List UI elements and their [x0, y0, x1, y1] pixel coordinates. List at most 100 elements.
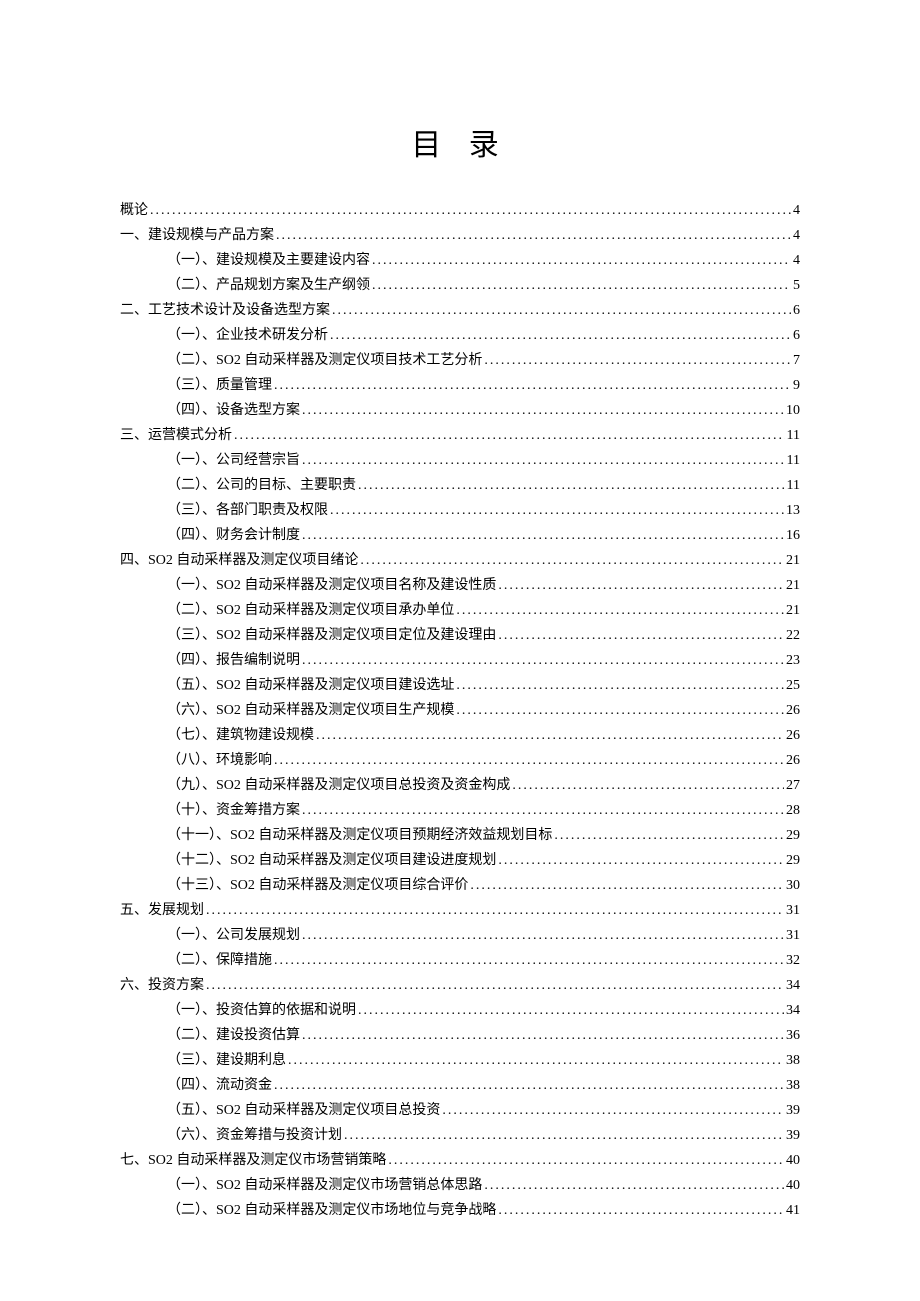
toc-entry[interactable]: （三）、SO2 自动采样器及测定仪项目定位及建设理由22: [120, 629, 800, 643]
toc-entry[interactable]: 五、发展规划31: [120, 904, 800, 918]
toc-entry[interactable]: 四、SO2 自动采样器及测定仪项目绪论 21: [120, 554, 800, 568]
toc-entry[interactable]: 六、投资方案34: [120, 979, 800, 993]
toc-entry[interactable]: 七、SO2 自动采样器及测定仪市场营销策略40: [120, 1154, 800, 1168]
toc-leader-dots: [150, 204, 791, 218]
toc-entry[interactable]: （十三）、SO2 自动采样器及测定仪项目综合评价 30: [120, 879, 800, 893]
toc-entry-page: 39: [786, 1129, 800, 1143]
toc-entry[interactable]: （一）、投资估算的依据和说明34: [120, 1004, 800, 1018]
toc-entry-label: （三）、建设期利息: [167, 1054, 286, 1068]
toc-entry-label: （三）、质量管理: [167, 379, 272, 393]
toc-entry-label: （七）、建筑物建设规模: [167, 729, 314, 743]
toc-entry-page: 26: [786, 729, 800, 743]
toc-entry[interactable]: （七）、建筑物建设规模 26: [120, 729, 800, 743]
toc-entry[interactable]: （九）、SO2 自动采样器及测定仪项目总投资及资金构成 27: [120, 779, 800, 793]
toc-entry-label: （一）、SO2 自动采样器及测定仪市场营销总体思路: [167, 1179, 482, 1193]
toc-leader-dots: [484, 354, 791, 368]
toc-entry-label: （二）、保障措施: [167, 954, 272, 968]
toc-entry-page: 34: [786, 979, 800, 993]
toc-entry-page: 28: [786, 804, 800, 818]
toc-entry[interactable]: （一）、公司经营宗旨 11: [120, 454, 800, 468]
toc-entry[interactable]: （四）、财务会计制度16: [120, 529, 800, 543]
toc-entry[interactable]: （八）、环境影响26: [120, 754, 800, 768]
toc-entry[interactable]: （五）、SO2 自动采样器及测定仪项目总投资39: [120, 1104, 800, 1118]
toc-entry[interactable]: 概论4: [120, 204, 800, 218]
toc-entry[interactable]: （二）、保障措施32: [120, 954, 800, 968]
toc-leader-dots: [358, 479, 785, 493]
toc-entry[interactable]: （四）、报告编制说明 23: [120, 654, 800, 668]
toc-entry-page: 6: [793, 329, 800, 343]
toc-entry-label: （四）、设备选型方案: [167, 404, 300, 418]
toc-entry-page: 11: [787, 454, 800, 468]
toc-entry-page: 36: [786, 1029, 800, 1043]
toc-entry[interactable]: （三）、建设期利息 38: [120, 1054, 800, 1068]
toc-leader-dots: [330, 329, 791, 343]
toc-leader-dots: [302, 454, 785, 468]
toc-entry-page: 39: [786, 1104, 800, 1118]
toc-entry-page: 23: [786, 654, 800, 668]
toc-entry-label: （六）、SO2 自动采样器及测定仪项目生产规模: [167, 704, 454, 718]
toc-entry-label: （十二）、SO2 自动采样器及测定仪项目建设进度规划: [167, 854, 496, 868]
toc-entry-page: 25: [786, 679, 800, 693]
toc-entry[interactable]: （二）、建设投资估算36: [120, 1029, 800, 1043]
toc-entry[interactable]: （一）、建设规模及主要建设内容4: [120, 254, 800, 268]
toc-entry[interactable]: 一、建设规模与产品方案4: [120, 229, 800, 243]
toc-entry-page: 5: [793, 279, 800, 293]
toc-entry[interactable]: （二）、SO2 自动采样器及测定仪项目技术工艺分析7: [120, 354, 800, 368]
toc-entry-label: （二）、公司的目标、主要职责: [167, 479, 356, 493]
toc-entry-page: 21: [786, 579, 800, 593]
toc-leader-dots: [330, 504, 784, 518]
toc-entry[interactable]: （三）、各部门职责及权限13: [120, 504, 800, 518]
toc-entry[interactable]: （二）、SO2 自动采样器及测定仪项目承办单位21: [120, 604, 800, 618]
toc-entry[interactable]: （一）、SO2 自动采样器及测定仪项目名称及建设性质21: [120, 579, 800, 593]
toc-entry-page: 34: [786, 1004, 800, 1018]
toc-leader-dots: [456, 604, 784, 618]
toc-entry-page: 6: [793, 304, 800, 318]
toc-leader-dots: [344, 1129, 784, 1143]
toc-entry-label: （一）、公司发展规划: [167, 929, 300, 943]
toc-entry[interactable]: （四）、流动资金38: [120, 1079, 800, 1093]
toc-entry-label: 二、工艺技术设计及设备选型方案: [120, 304, 330, 318]
toc-leader-dots: [234, 429, 785, 443]
toc-entry-page: 30: [786, 879, 800, 893]
toc-entry[interactable]: （二）、SO2 自动采样器及测定仪市场地位与竞争战略41: [120, 1204, 800, 1218]
toc-entry[interactable]: （六）、SO2 自动采样器及测定仪项目生产规模 26: [120, 704, 800, 718]
toc-entry[interactable]: （五）、SO2 自动采样器及测定仪项目建设选址25: [120, 679, 800, 693]
toc-entry[interactable]: （二）、公司的目标、主要职责11: [120, 479, 800, 493]
toc-entry-page: 27: [786, 779, 800, 793]
toc-entry-label: （九）、SO2 自动采样器及测定仪项目总投资及资金构成: [167, 779, 510, 793]
toc-leader-dots: [274, 1079, 784, 1093]
toc-leader-dots: [302, 404, 784, 418]
toc-entry-page: 10: [786, 404, 800, 418]
toc-entry-page: 13: [786, 504, 800, 518]
toc-leader-dots: [274, 379, 791, 393]
toc-entry-page: 4: [793, 229, 800, 243]
toc-entry-page: 4: [793, 204, 800, 218]
toc-entry[interactable]: 二、工艺技术设计及设备选型方案 6: [120, 304, 800, 318]
toc-entry-label: （四）、报告编制说明: [167, 654, 300, 668]
toc-entry[interactable]: （二）、产品规划方案及生产纲领5: [120, 279, 800, 293]
toc-entry[interactable]: （三）、质量管理 9: [120, 379, 800, 393]
toc-entry[interactable]: （十二）、SO2 自动采样器及测定仪项目建设进度规划 29: [120, 854, 800, 868]
toc-entry-page: 9: [793, 379, 800, 393]
toc-entry-page: 21: [786, 554, 800, 568]
toc-entry-label: （四）、财务会计制度: [167, 529, 300, 543]
toc-entry-page: 31: [786, 904, 800, 918]
toc-entry-label: （六）、资金筹措与投资计划: [167, 1129, 342, 1143]
toc-entry[interactable]: （六）、资金筹措与投资计划 39: [120, 1129, 800, 1143]
toc-entry-page: 38: [786, 1054, 800, 1068]
toc-entry[interactable]: （一）、企业技术研发分析6: [120, 329, 800, 343]
toc-entry[interactable]: （一）、SO2 自动采样器及测定仪市场营销总体思路40: [120, 1179, 800, 1193]
toc-entry[interactable]: （十一）、SO2 自动采样器及测定仪项目预期经济效益规划目标29: [120, 829, 800, 843]
toc-leader-dots: [498, 854, 784, 868]
toc-entry-label: 四、SO2 自动采样器及测定仪项目绪论: [120, 554, 358, 568]
toc-entry-page: 31: [786, 929, 800, 943]
toc-entry[interactable]: （四）、设备选型方案 10: [120, 404, 800, 418]
toc-entry[interactable]: （十）、资金筹措方案28: [120, 804, 800, 818]
toc-entry[interactable]: （一）、公司发展规划 31: [120, 929, 800, 943]
toc-leader-dots: [302, 804, 784, 818]
toc-entry-label: （十三）、SO2 自动采样器及测定仪项目综合评价: [167, 879, 468, 893]
toc-entry-label: （一）、公司经营宗旨: [167, 454, 300, 468]
toc-entry-page: 29: [786, 854, 800, 868]
toc-entry-page: 26: [786, 704, 800, 718]
toc-entry[interactable]: 三、运营模式分析11: [120, 429, 800, 443]
